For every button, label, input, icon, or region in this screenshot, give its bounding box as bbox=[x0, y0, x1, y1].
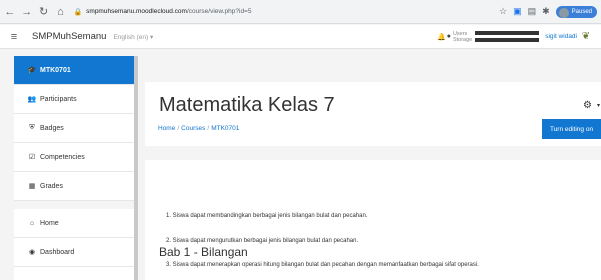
drawer-item-label: MTK0701 bbox=[40, 66, 71, 74]
section-line: 1. Siswa dapat membandingkan berbagai je… bbox=[166, 213, 368, 219]
puzzle-icon[interactable]: ✱ bbox=[542, 6, 550, 17]
graduation-cap-icon: 🎓 bbox=[27, 67, 37, 74]
drawer-item-label: Grades bbox=[40, 182, 63, 190]
page-title: Matematika Kelas 7 bbox=[159, 94, 335, 116]
drawer-item-label: Badges bbox=[40, 124, 64, 132]
url-path: /course/view.php?id=5 bbox=[186, 8, 252, 15]
storage-label: Storage bbox=[452, 36, 473, 43]
avatar[interactable]: ❦ bbox=[579, 30, 593, 44]
users-quota-bar bbox=[475, 31, 540, 35]
breadcrumb-courses[interactable]: Courses bbox=[181, 125, 205, 132]
drawer-divider bbox=[14, 201, 134, 209]
drawer-item-label: Competencies bbox=[40, 153, 85, 161]
drawer-scrollbar[interactable] bbox=[134, 56, 138, 280]
check-square-icon: ☑ bbox=[28, 154, 36, 161]
breadcrumb-home[interactable]: Home bbox=[158, 125, 175, 132]
drawer-item-competencies[interactable]: ☑ Competencies bbox=[14, 143, 134, 172]
users-icon: 👥 bbox=[27, 96, 37, 103]
nav-drawer: 🎓 MTK0701 👥 Participants ⛨ Badges ☑ Comp… bbox=[14, 56, 134, 280]
turn-editing-on-button[interactable]: Turn editing on bbox=[542, 119, 601, 139]
browser-toolbar: ← → ↻ ⌂ 🔒 smpmuhsemanu.moodlecloud.com/c… bbox=[0, 0, 601, 24]
table-icon: ▦ bbox=[28, 183, 36, 190]
url-host: smpmuhsemanu.moodlecloud.com bbox=[86, 8, 187, 15]
breadcrumb: Home / Courses / MTK0701 bbox=[158, 125, 240, 132]
drawer-item-home[interactable]: ⌂ Home bbox=[14, 209, 134, 238]
lock-icon: 🔒 bbox=[73, 8, 83, 16]
home-icon: ⌂ bbox=[29, 219, 35, 227]
gear-icon[interactable]: ⚙ bbox=[583, 100, 592, 111]
language-menu[interactable]: English (en) ▾ bbox=[113, 33, 153, 41]
bell-icon[interactable]: 🔔 bbox=[437, 33, 446, 41]
shield-icon: ⛨ bbox=[29, 124, 35, 131]
extension-icon[interactable]: ▣ bbox=[513, 6, 522, 17]
drawer-item-course[interactable]: 🎓 MTK0701 bbox=[14, 56, 134, 85]
quota-labels: Users Storage bbox=[453, 31, 472, 43]
drawer-item-label: Home bbox=[40, 219, 59, 227]
course-header: Matematika Kelas 7 Home / Courses / MTK0701 … bbox=[145, 82, 601, 146]
breadcrumb-course[interactable]: MTK0701 bbox=[211, 125, 239, 132]
chat-icon[interactable]: ● bbox=[447, 33, 451, 40]
drawer-item-grades[interactable]: ▦ Grades bbox=[14, 172, 134, 201]
reader-icon[interactable]: ▤ bbox=[528, 6, 537, 17]
drawer-item-dashboard[interactable]: ◉ Dashboard bbox=[14, 238, 134, 267]
section-title: Bab 1 - Bilangan bbox=[159, 245, 248, 259]
home-icon[interactable]: ⌂ bbox=[54, 5, 68, 19]
profile-paused-button[interactable]: Paused bbox=[555, 5, 598, 18]
site-name[interactable]: SMPMuhSemanu bbox=[32, 31, 106, 42]
arrow-right-icon[interactable]: → bbox=[20, 5, 34, 19]
drawer-item-label: Participants bbox=[40, 95, 77, 103]
star-icon[interactable]: ☆ bbox=[499, 6, 507, 17]
site-navbar: ≡ SMPMuhSemanu English (en) ▾ 🔔 ● Users … bbox=[0, 25, 601, 49]
section-line: 3. Siswa dapat menerapkan operasi hitung… bbox=[166, 262, 479, 268]
storage-quota-bar bbox=[475, 38, 540, 42]
drawer-item-participants[interactable]: 👥 Participants bbox=[14, 85, 134, 114]
drawer-item-label: Dashboard bbox=[40, 248, 75, 256]
quota-bars bbox=[475, 31, 540, 42]
chevron-down-icon[interactable]: ▾ bbox=[597, 102, 600, 109]
menu-icon[interactable]: ≡ bbox=[4, 31, 24, 43]
dashboard-icon: ◉ bbox=[28, 249, 36, 256]
address-bar[interactable]: 🔒 smpmuhsemanu.moodlecloud.com/course/vi… bbox=[73, 3, 499, 21]
arrow-left-icon[interactable]: ← bbox=[3, 5, 17, 19]
section-line: 2. Siswa dapat mengurutkan berbagai jeni… bbox=[166, 238, 359, 244]
user-menu[interactable]: sigit widadi bbox=[545, 33, 577, 40]
drawer-item-badges[interactable]: ⛨ Badges bbox=[14, 114, 134, 143]
reload-icon[interactable]: ↻ bbox=[37, 5, 51, 19]
